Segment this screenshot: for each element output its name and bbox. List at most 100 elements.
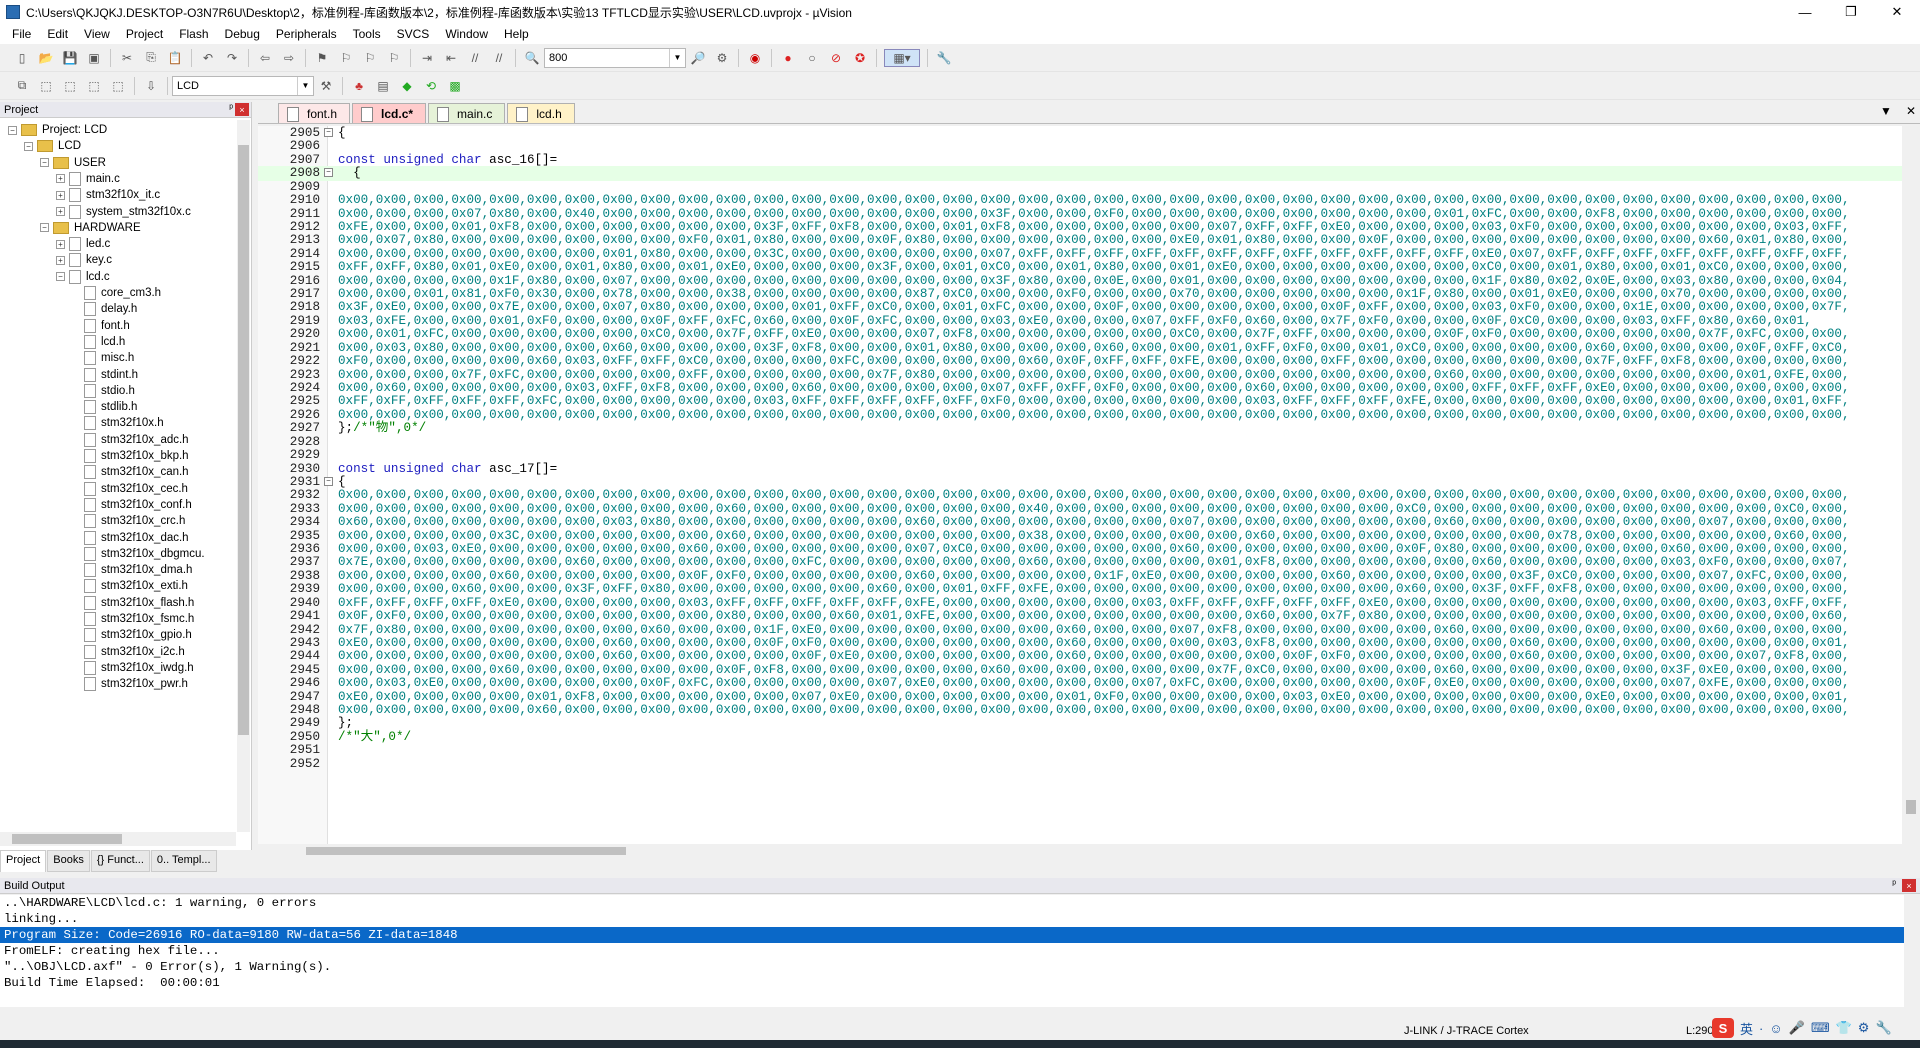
manage-components-icon[interactable]: ▤ <box>374 77 392 95</box>
tree-item[interactable]: stdio.h <box>84 382 135 400</box>
scroll-thumb[interactable] <box>12 834 122 844</box>
tree-item[interactable]: lcd.h <box>84 333 125 351</box>
nav-forward-icon[interactable]: ⇨ <box>280 49 298 67</box>
fold-toggle-icon[interactable]: − <box>324 128 333 137</box>
code-editor[interactable]: 2905−{2906 2907 const unsigned char asc_16… <box>258 126 1920 844</box>
tree-item[interactable]: delay.h <box>84 300 137 318</box>
bookmark-next-icon[interactable]: ⚐ <box>361 49 379 67</box>
fold-toggle-icon[interactable]: − <box>324 168 333 178</box>
bookmark-clear-icon[interactable]: ⚐ <box>385 49 403 67</box>
expand-toggle-icon[interactable]: − <box>24 141 33 151</box>
run-time-env-icon[interactable]: ▩ <box>446 77 464 95</box>
expand-toggle-icon[interactable]: − <box>8 125 17 135</box>
tree-item[interactable]: stm32f10x_bkp.h <box>84 447 189 465</box>
configure-icon[interactable]: 🔧 <box>935 49 953 67</box>
tree-item[interactable]: stm32f10x_dma.h <box>84 561 192 579</box>
target-options-icon[interactable]: ⚒ <box>317 77 335 95</box>
tree-item[interactable]: − lcd.c <box>56 268 110 286</box>
tree-item[interactable]: core_cm3.h <box>84 284 161 302</box>
tree-item[interactable]: + led.c <box>56 235 110 253</box>
find-combo[interactable]: 800 ▼ <box>544 47 686 68</box>
menu-view[interactable]: View <box>76 27 118 41</box>
bookmark-prev-icon[interactable]: ⚐ <box>337 49 355 67</box>
save-all-icon[interactable]: ▣ <box>85 49 103 67</box>
find-in-files-icon[interactable]: 🔍 <box>523 49 541 67</box>
breakpoint-disable-all-icon[interactable]: ⊘ <box>827 49 845 67</box>
tray-icon[interactable]: · <box>1759 1021 1763 1036</box>
rebuild-icon[interactable]: ⬚ <box>61 77 79 95</box>
tree-item[interactable]: stm32f10x_i2c.h <box>84 643 185 661</box>
expand-toggle-icon[interactable]: − <box>40 223 49 233</box>
window-layout-icon[interactable]: ▦▾ <box>884 48 920 67</box>
tray-icon[interactable]: 🔧 <box>1875 1020 1891 1036</box>
editor-hscroll[interactable] <box>258 844 1920 858</box>
redo-icon[interactable]: ↷ <box>223 49 241 67</box>
open-file-icon[interactable]: 📂 <box>37 49 55 67</box>
sogou-ime-icon[interactable]: S <box>1712 1018 1734 1038</box>
tree-item[interactable]: + system_stm32f10x.c <box>56 203 191 221</box>
tray-icon[interactable]: ⚙ <box>1858 1020 1870 1036</box>
comment-icon[interactable]: // <box>466 49 484 67</box>
expand-toggle-icon[interactable]: − <box>56 272 65 282</box>
editor-tab[interactable]: font.h <box>278 103 351 123</box>
new-file-icon[interactable]: ▯ <box>13 49 31 67</box>
bookmark-icon[interactable]: ⚑ <box>313 49 331 67</box>
uncomment-icon[interactable]: // <box>490 49 508 67</box>
editor-vscroll[interactable] <box>1902 126 1920 844</box>
tree-item[interactable]: stm32f10x_iwdg.h <box>84 659 194 677</box>
menu-window[interactable]: Window <box>437 27 496 41</box>
panel-tab[interactable]: Project <box>0 850 47 872</box>
editor-tab[interactable]: lcd.h <box>507 103 575 123</box>
expand-toggle-icon[interactable]: − <box>40 158 49 168</box>
expand-toggle-icon[interactable]: + <box>56 239 65 249</box>
expand-toggle-icon[interactable]: + <box>56 174 65 184</box>
menu-peripherals[interactable]: Peripherals <box>268 27 345 41</box>
tree-item[interactable]: + stm32f10x_it.c <box>56 186 160 204</box>
tray-icon[interactable]: 🎤 <box>1789 1020 1805 1036</box>
panel-tab[interactable]: Books <box>47 850 90 872</box>
tree-item[interactable]: misc.h <box>84 349 134 367</box>
tray-icon[interactable]: 英 <box>1740 1019 1753 1038</box>
debug-session-icon[interactable]: ⚙ <box>713 49 731 67</box>
tree-item[interactable]: stm32f10x_adc.h <box>84 431 189 449</box>
paste-icon[interactable]: 📋 <box>166 49 184 67</box>
tab-list-dropdown-icon[interactable]: ▼ <box>1880 104 1892 118</box>
manage-project-icon[interactable]: ♣ <box>350 77 368 95</box>
tree-item[interactable]: − LCD <box>24 137 81 155</box>
translate-icon[interactable]: ⧉ <box>13 77 31 95</box>
tree-item[interactable]: stm32f10x_cec.h <box>84 480 188 498</box>
tray-icon[interactable]: 👕 <box>1836 1020 1852 1036</box>
target-select[interactable]: LCD ▼ <box>172 75 314 96</box>
tree-item[interactable]: stm32f10x_gpio.h <box>84 626 192 644</box>
tree-item[interactable]: − USER <box>40 154 106 172</box>
pin-icon[interactable]: ᵖ <box>229 103 233 114</box>
code-area[interactable]: 2905−{2906 2907 const unsigned char asc_16… <box>258 126 1902 844</box>
menu-file[interactable]: File <box>4 27 39 41</box>
tree-item[interactable]: stm32f10x_exti.h <box>84 577 188 595</box>
fold-toggle-icon[interactable]: − <box>324 476 333 486</box>
chevron-down-icon[interactable]: ▼ <box>669 48 685 67</box>
editor-tab[interactable]: main.c <box>428 103 506 123</box>
menu-edit[interactable]: Edit <box>39 27 76 41</box>
scroll-thumb[interactable] <box>238 145 249 735</box>
download-icon[interactable]: ⇩ <box>142 77 160 95</box>
tree-item[interactable]: stm32f10x.h <box>84 414 164 432</box>
close-button[interactable]: ✕ <box>1874 0 1920 24</box>
select-packs-icon[interactable]: ◆ <box>398 77 416 95</box>
menu-project[interactable]: Project <box>118 27 171 41</box>
close-icon[interactable]: × <box>235 103 249 116</box>
build-output-vscroll[interactable] <box>1904 895 1920 1007</box>
menu-flash[interactable]: Flash <box>171 27 216 41</box>
project-tree-hscroll[interactable] <box>0 832 236 846</box>
panel-tab[interactable]: {} Funct... <box>90 850 150 872</box>
tray-icon[interactable]: ☺ <box>1769 1021 1782 1036</box>
tree-item[interactable]: stdlib.h <box>84 398 137 416</box>
unindent-icon[interactable]: ⇤ <box>442 49 460 67</box>
batch-build-icon[interactable]: ⬚ <box>85 77 103 95</box>
tree-item[interactable]: stm32f10x_can.h <box>84 463 189 481</box>
breakpoint-kill-all-icon[interactable]: ✪ <box>851 49 869 67</box>
minimize-button[interactable]: — <box>1782 0 1828 24</box>
cut-icon[interactable]: ✂ <box>118 49 136 67</box>
restore-button[interactable]: ❐ <box>1828 0 1874 24</box>
save-icon[interactable]: 💾 <box>61 49 79 67</box>
